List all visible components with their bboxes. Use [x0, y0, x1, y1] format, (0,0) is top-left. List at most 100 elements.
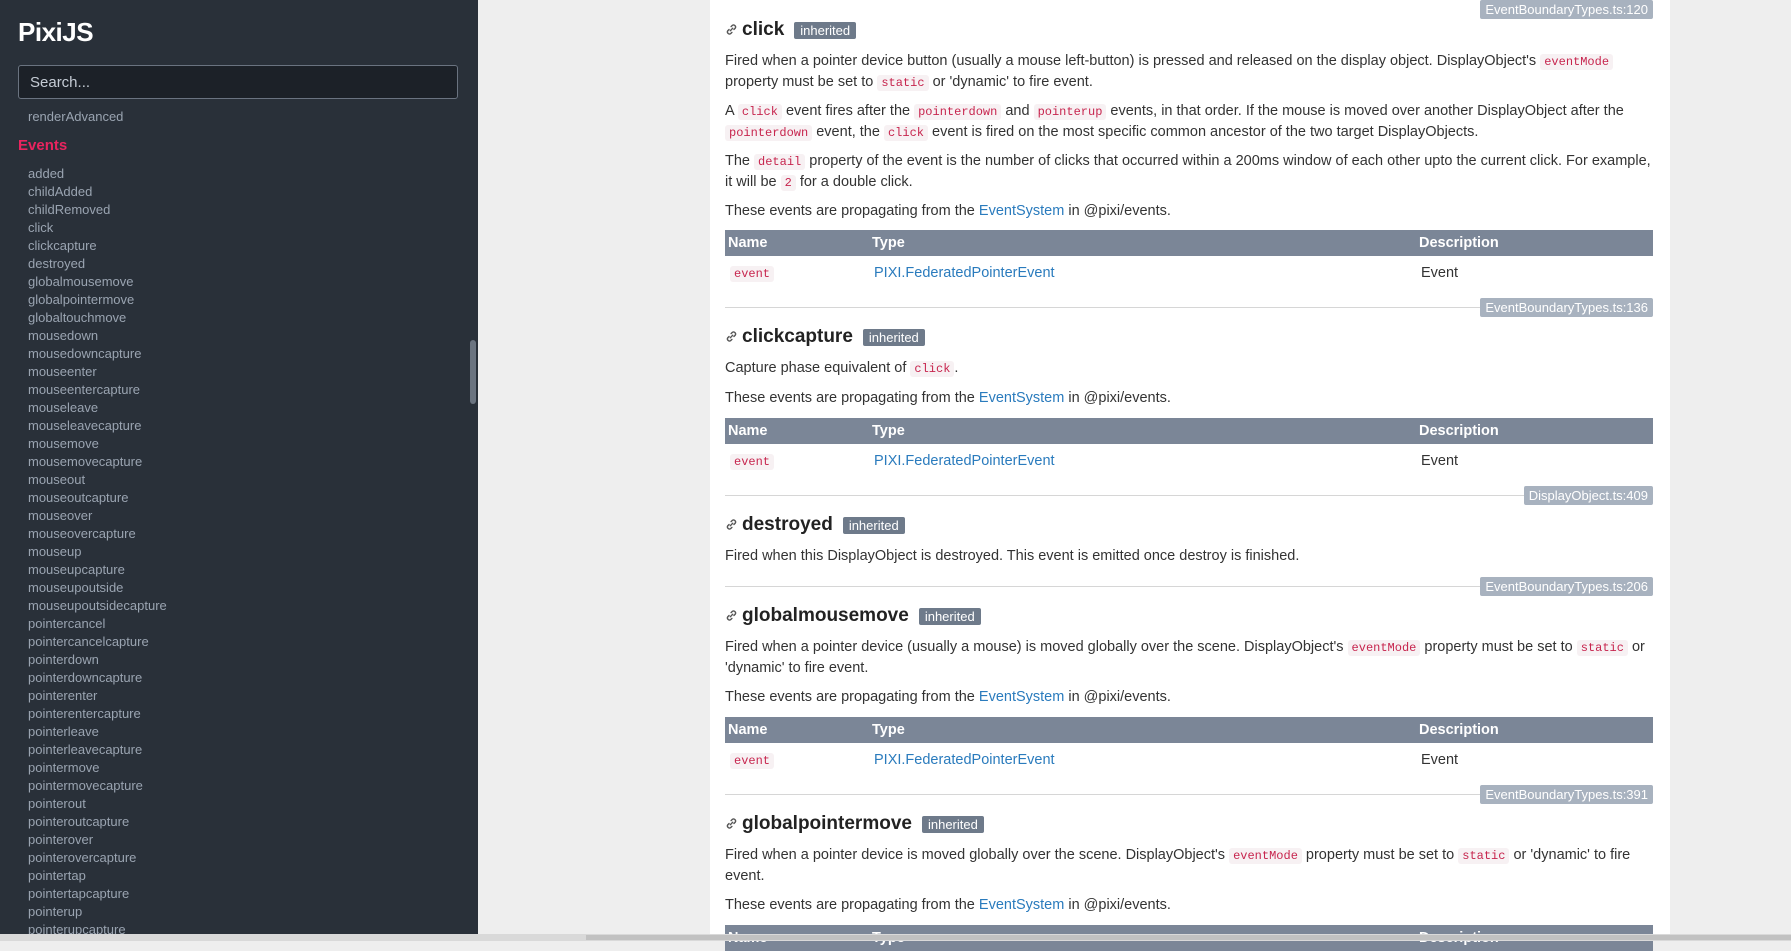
- sidebar-item-added[interactable]: added: [28, 165, 167, 183]
- source-link[interactable]: EventBoundaryTypes.ts:391: [1480, 785, 1653, 804]
- description: Fired when a pointer device button (usua…: [725, 51, 1653, 93]
- member-header: clickcapture inherited: [725, 326, 925, 348]
- header-type: Type: [869, 230, 1416, 256]
- code-click: click: [737, 104, 782, 120]
- sidebar-item-click[interactable]: click: [28, 219, 167, 237]
- inherited-badge: inherited: [794, 21, 857, 39]
- sidebar-item-clickcapture[interactable]: clickcapture: [28, 237, 167, 255]
- header-type: Type: [869, 418, 1416, 444]
- link-icon[interactable]: [725, 23, 739, 37]
- sidebar-events-list: added childAdded childRemoved click clickcap…: [28, 165, 167, 939]
- eventsystem-link[interactable]: EventSystem: [979, 897, 1064, 913]
- sidebar-scrollbar[interactable]: [470, 340, 476, 404]
- sidebar-item-childAdded[interactable]: childAdded: [28, 183, 167, 201]
- eventsystem-link[interactable]: EventSystem: [979, 203, 1064, 219]
- propagating-note: These events are propagating from the Ev…: [725, 897, 1171, 913]
- params-table: Name Type Description event PIXI.FederatedP…: [725, 418, 1653, 478]
- description: A click event fires after the pointerdow…: [725, 103, 1624, 141]
- horizontal-scrollbar-thumb[interactable]: [586, 935, 1791, 940]
- sidebar-item-mouseentercapture[interactable]: mouseentercapture: [28, 381, 167, 399]
- sidebar-item-mouseout[interactable]: mouseout: [28, 471, 167, 489]
- link-icon[interactable]: [725, 817, 739, 831]
- link-icon[interactable]: [725, 330, 739, 344]
- source-link[interactable]: EventBoundaryTypes.ts:120: [1480, 0, 1653, 19]
- sidebar-item-renderadvanced[interactable]: renderAdvanced: [28, 108, 123, 126]
- member-title: click: [742, 19, 785, 40]
- horizontal-scrollbar[interactable]: [0, 934, 1791, 941]
- sidebar-item-pointeroutcapture[interactable]: pointeroutcapture: [28, 813, 167, 831]
- param-type-link[interactable]: PIXI.FederatedPointerEvent: [874, 752, 1055, 768]
- sidebar-item-pointertapcapture[interactable]: pointertapcapture: [28, 885, 167, 903]
- code-eventmode: eventMode: [1229, 848, 1302, 864]
- sidebar-item-globalmousemove[interactable]: globalmousemove: [28, 273, 167, 291]
- source-link[interactable]: DisplayObject.ts:409: [1523, 486, 1653, 505]
- sidebar-item-pointerout[interactable]: pointerout: [28, 795, 167, 813]
- sidebar-item-pointerdowncapture[interactable]: pointerdowncapture: [28, 669, 167, 687]
- sidebar-item-mouseup[interactable]: mouseup: [28, 543, 167, 561]
- sidebar-item-childRemoved[interactable]: childRemoved: [28, 201, 167, 219]
- source-link[interactable]: EventBoundaryTypes.ts:206: [1480, 577, 1653, 596]
- sidebar-item-pointerleave[interactable]: pointerleave: [28, 723, 167, 741]
- sidebar-item-pointermovecapture[interactable]: pointermovecapture: [28, 777, 167, 795]
- member-header: globalmousemove inherited: [725, 605, 981, 627]
- sidebar-item-destroyed[interactable]: destroyed: [28, 255, 167, 273]
- code-pointerdown: pointerdown: [914, 104, 1002, 120]
- description: The detail property of the event is the …: [725, 153, 1651, 191]
- header-name: Name: [725, 717, 869, 743]
- sidebar-item-globalpointermove[interactable]: globalpointermove: [28, 291, 167, 309]
- sidebar-item-mouseoutcapture[interactable]: mouseoutcapture: [28, 489, 167, 507]
- link-icon[interactable]: [725, 609, 739, 623]
- sidebar-item-mouseupoutsidecapture[interactable]: mouseupoutsidecapture: [28, 597, 167, 615]
- brand-logo[interactable]: PixiJS: [18, 17, 94, 48]
- sidebar-item-mousemovecapture[interactable]: mousemovecapture: [28, 453, 167, 471]
- sidebar-item-pointerentercapture[interactable]: pointerentercapture: [28, 705, 167, 723]
- code-click: click: [883, 125, 928, 141]
- params-table: Name Type Description event PIXI.FederatedP…: [725, 230, 1653, 290]
- param-type-link[interactable]: PIXI.FederatedPointerEvent: [874, 265, 1055, 281]
- code-eventmode: eventMode: [1347, 640, 1421, 656]
- description: Fired when a pointer device (usually a m…: [725, 639, 1645, 676]
- sidebar-item-mousedown[interactable]: mousedown: [28, 327, 167, 345]
- inherited-badge: inherited: [918, 607, 981, 625]
- sidebar-item-mouseupcapture[interactable]: mouseupcapture: [28, 561, 167, 579]
- sidebar-item-mouseupoutside[interactable]: mouseupoutside: [28, 579, 167, 597]
- search-input[interactable]: [18, 65, 458, 99]
- sidebar-item-pointermove[interactable]: pointermove: [28, 759, 167, 777]
- eventsystem-link[interactable]: EventSystem: [979, 390, 1064, 406]
- propagating-note: These events are propagating from the Ev…: [725, 203, 1171, 219]
- param-description: Event: [1421, 453, 1459, 469]
- sidebar-item-pointerover[interactable]: pointerover: [28, 831, 167, 849]
- code-pointerdown: pointerdown: [725, 125, 813, 141]
- sidebar-item-pointerup[interactable]: pointerup: [28, 903, 167, 921]
- param-type-link[interactable]: PIXI.FederatedPointerEvent: [874, 453, 1055, 469]
- sidebar-item-pointercancelcapture[interactable]: pointercancelcapture: [28, 633, 167, 651]
- sidebar-item-mousemove[interactable]: mousemove: [28, 435, 167, 453]
- divider: [725, 495, 1653, 496]
- sidebar-item-pointerenter[interactable]: pointerenter: [28, 687, 167, 705]
- sidebar-item-pointercancel[interactable]: pointercancel: [28, 615, 167, 633]
- sidebar-item-mouseleavecapture[interactable]: mouseleavecapture: [28, 417, 167, 435]
- header-name: Name: [725, 230, 869, 256]
- sidebar-item-mouseenter[interactable]: mouseenter: [28, 363, 167, 381]
- propagating-note: These events are propagating from the Ev…: [725, 689, 1171, 705]
- sidebar-item-mouseleave[interactable]: mouseleave: [28, 399, 167, 417]
- param-name: event: [730, 454, 775, 470]
- params-table: Name Type Description event PIXI.FederatedP…: [725, 717, 1653, 777]
- sidebar-item-mouseovercapture[interactable]: mouseovercapture: [28, 525, 167, 543]
- sidebar-item-pointerovercapture[interactable]: pointerovercapture: [28, 849, 167, 867]
- sidebar-item-globaltouchmove[interactable]: globaltouchmove: [28, 309, 167, 327]
- member-title: destroyed: [742, 514, 833, 535]
- sidebar-item-mousedowncapture[interactable]: mousedowncapture: [28, 345, 167, 363]
- eventsystem-link[interactable]: EventSystem: [979, 689, 1064, 705]
- sidebar-item-mouseover[interactable]: mouseover: [28, 507, 167, 525]
- code-pointerup: pointerup: [1033, 104, 1107, 120]
- link-icon[interactable]: [725, 518, 739, 532]
- param-name: event: [730, 266, 775, 282]
- source-link[interactable]: EventBoundaryTypes.ts:136: [1480, 298, 1653, 317]
- member-header: globalpointermove inherited: [725, 813, 984, 835]
- sidebar-item-pointerdown[interactable]: pointerdown: [28, 651, 167, 669]
- code-eventmode: eventMode: [1540, 54, 1614, 70]
- member-title: globalmousemove: [742, 605, 909, 626]
- sidebar-item-pointertap[interactable]: pointertap: [28, 867, 167, 885]
- sidebar-item-pointerleavecapture[interactable]: pointerleavecapture: [28, 741, 167, 759]
